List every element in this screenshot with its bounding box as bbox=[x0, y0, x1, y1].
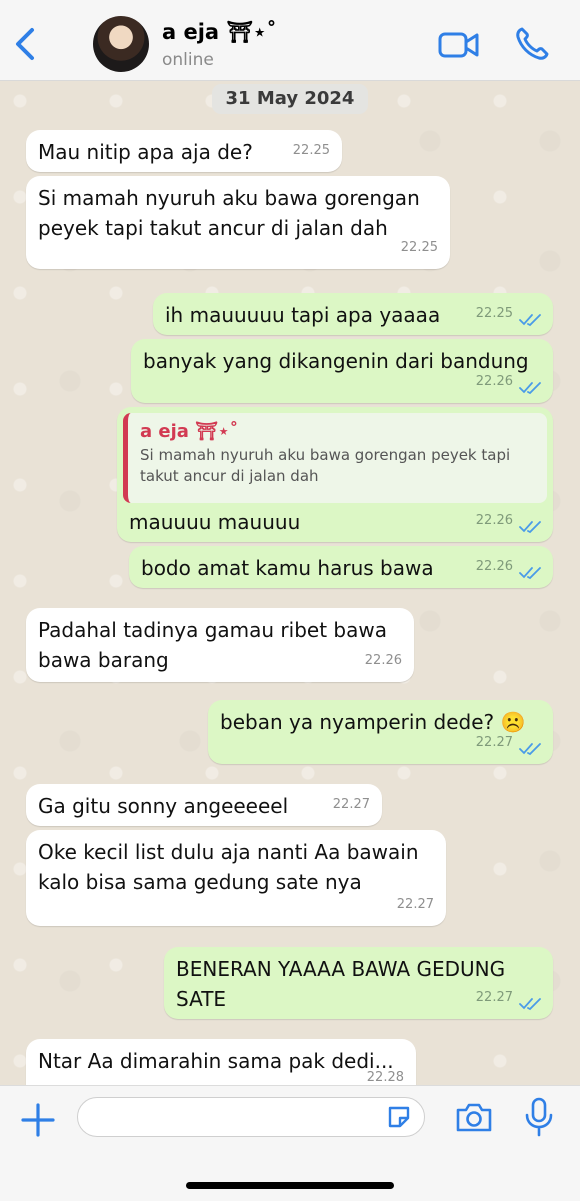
double-check-icon bbox=[519, 998, 541, 1011]
message-time: 22.27 bbox=[475, 990, 513, 1005]
double-check-icon bbox=[519, 521, 541, 534]
message-time: 22.26 bbox=[475, 559, 513, 574]
message-time: 22.25 bbox=[475, 306, 513, 321]
message-time: 22.25 bbox=[292, 143, 330, 158]
message-text: banyak yang dikangenin dari bandung bbox=[143, 349, 529, 373]
message-text: Oke kecil list dulu aja nanti Aa bawain … bbox=[38, 840, 419, 894]
double-check-icon bbox=[519, 743, 541, 756]
message-outgoing[interactable]: ih mauuuuu tapi apa yaaaa 22.25 bbox=[153, 293, 553, 335]
reply-quote[interactable]: a eja ⛩⋆˚ Si mamah nyuruh aku bawa goren… bbox=[123, 413, 547, 503]
message-time: 22.25 bbox=[400, 240, 438, 255]
plus-icon[interactable] bbox=[20, 1102, 56, 1138]
message-time: 22.27 bbox=[396, 897, 434, 912]
phone-icon[interactable] bbox=[514, 26, 550, 62]
message-incoming[interactable]: Oke kecil list dulu aja nanti Aa bawain … bbox=[26, 830, 446, 926]
message-time: 22.26 bbox=[475, 374, 513, 389]
double-check-icon bbox=[519, 382, 541, 395]
message-text: bodo amat kamu harus bawa bbox=[141, 556, 434, 580]
message-time: 22.28 bbox=[366, 1070, 404, 1085]
message-text: mauuuu mauuuu bbox=[129, 510, 301, 534]
date-chip: 31 May 2024 bbox=[212, 84, 368, 114]
message-list[interactable]: 31 May 2024 Mau nitip apa aja de? 22.25 … bbox=[0, 81, 580, 1085]
message-text: Si mamah nyuruh aku bawa gorengan peyek … bbox=[38, 186, 420, 240]
message-input[interactable] bbox=[77, 1097, 425, 1137]
microphone-icon[interactable] bbox=[524, 1097, 554, 1137]
message-outgoing[interactable]: BENERAN YAAAA BAWA GEDUNG SATE 22.27 bbox=[164, 947, 553, 1019]
message-text: ih mauuuuu tapi apa yaaaa bbox=[165, 303, 441, 327]
message-time: 22.27 bbox=[332, 797, 370, 812]
message-incoming[interactable]: Padahal tadinya gamau ribet bawa bawa ba… bbox=[26, 608, 414, 682]
home-indicator bbox=[186, 1182, 394, 1189]
composer-bar bbox=[0, 1085, 580, 1201]
message-incoming[interactable]: Ga gitu sonny angeeeeel 22.27 bbox=[26, 784, 382, 826]
message-outgoing[interactable]: bodo amat kamu harus bawa 22.26 bbox=[129, 546, 553, 588]
message-text: BENERAN YAAAA BAWA GEDUNG SATE bbox=[176, 957, 506, 1011]
message-outgoing[interactable]: beban ya nyamperin dede? ☹️ 22.27 bbox=[208, 700, 553, 764]
message-incoming[interactable]: Ntar Aa dimarahin sama pak dedi... 22.28 bbox=[26, 1039, 416, 1085]
double-check-icon bbox=[519, 314, 541, 327]
message-outgoing-reply[interactable]: a eja ⛩⋆˚ Si mamah nyuruh aku bawa goren… bbox=[117, 407, 553, 542]
message-text: Ntar Aa dimarahin sama pak dedi... bbox=[38, 1049, 394, 1073]
message-outgoing[interactable]: banyak yang dikangenin dari bandung 22.2… bbox=[131, 339, 553, 403]
message-text: Ga gitu sonny angeeeeel bbox=[38, 794, 289, 818]
message-incoming[interactable]: Mau nitip apa aja de? 22.25 bbox=[26, 130, 342, 172]
video-call-icon[interactable] bbox=[438, 30, 480, 60]
message-time: 22.27 bbox=[475, 735, 513, 750]
quote-text: Si mamah nyuruh aku bawa gorengan peyek … bbox=[140, 446, 511, 485]
back-chevron-icon[interactable] bbox=[10, 24, 40, 64]
message-text: Padahal tadinya gamau ribet bawa bawa ba… bbox=[38, 618, 387, 672]
camera-icon[interactable] bbox=[455, 1101, 493, 1133]
chat-header: a eja ⛩⋆˚ online bbox=[0, 0, 580, 81]
message-text: Mau nitip apa aja de? bbox=[38, 140, 253, 164]
contact-name[interactable]: a eja ⛩⋆˚ bbox=[162, 20, 277, 45]
message-time: 22.26 bbox=[475, 513, 513, 528]
message-incoming[interactable]: Si mamah nyuruh aku bawa gorengan peyek … bbox=[26, 176, 450, 269]
avatar[interactable] bbox=[93, 16, 149, 72]
sticker-icon[interactable] bbox=[386, 1104, 412, 1130]
message-time: 22.26 bbox=[364, 653, 402, 668]
quote-author: a eja ⛩⋆˚ bbox=[140, 421, 239, 442]
contact-status: online bbox=[162, 50, 214, 70]
double-check-icon bbox=[519, 567, 541, 580]
